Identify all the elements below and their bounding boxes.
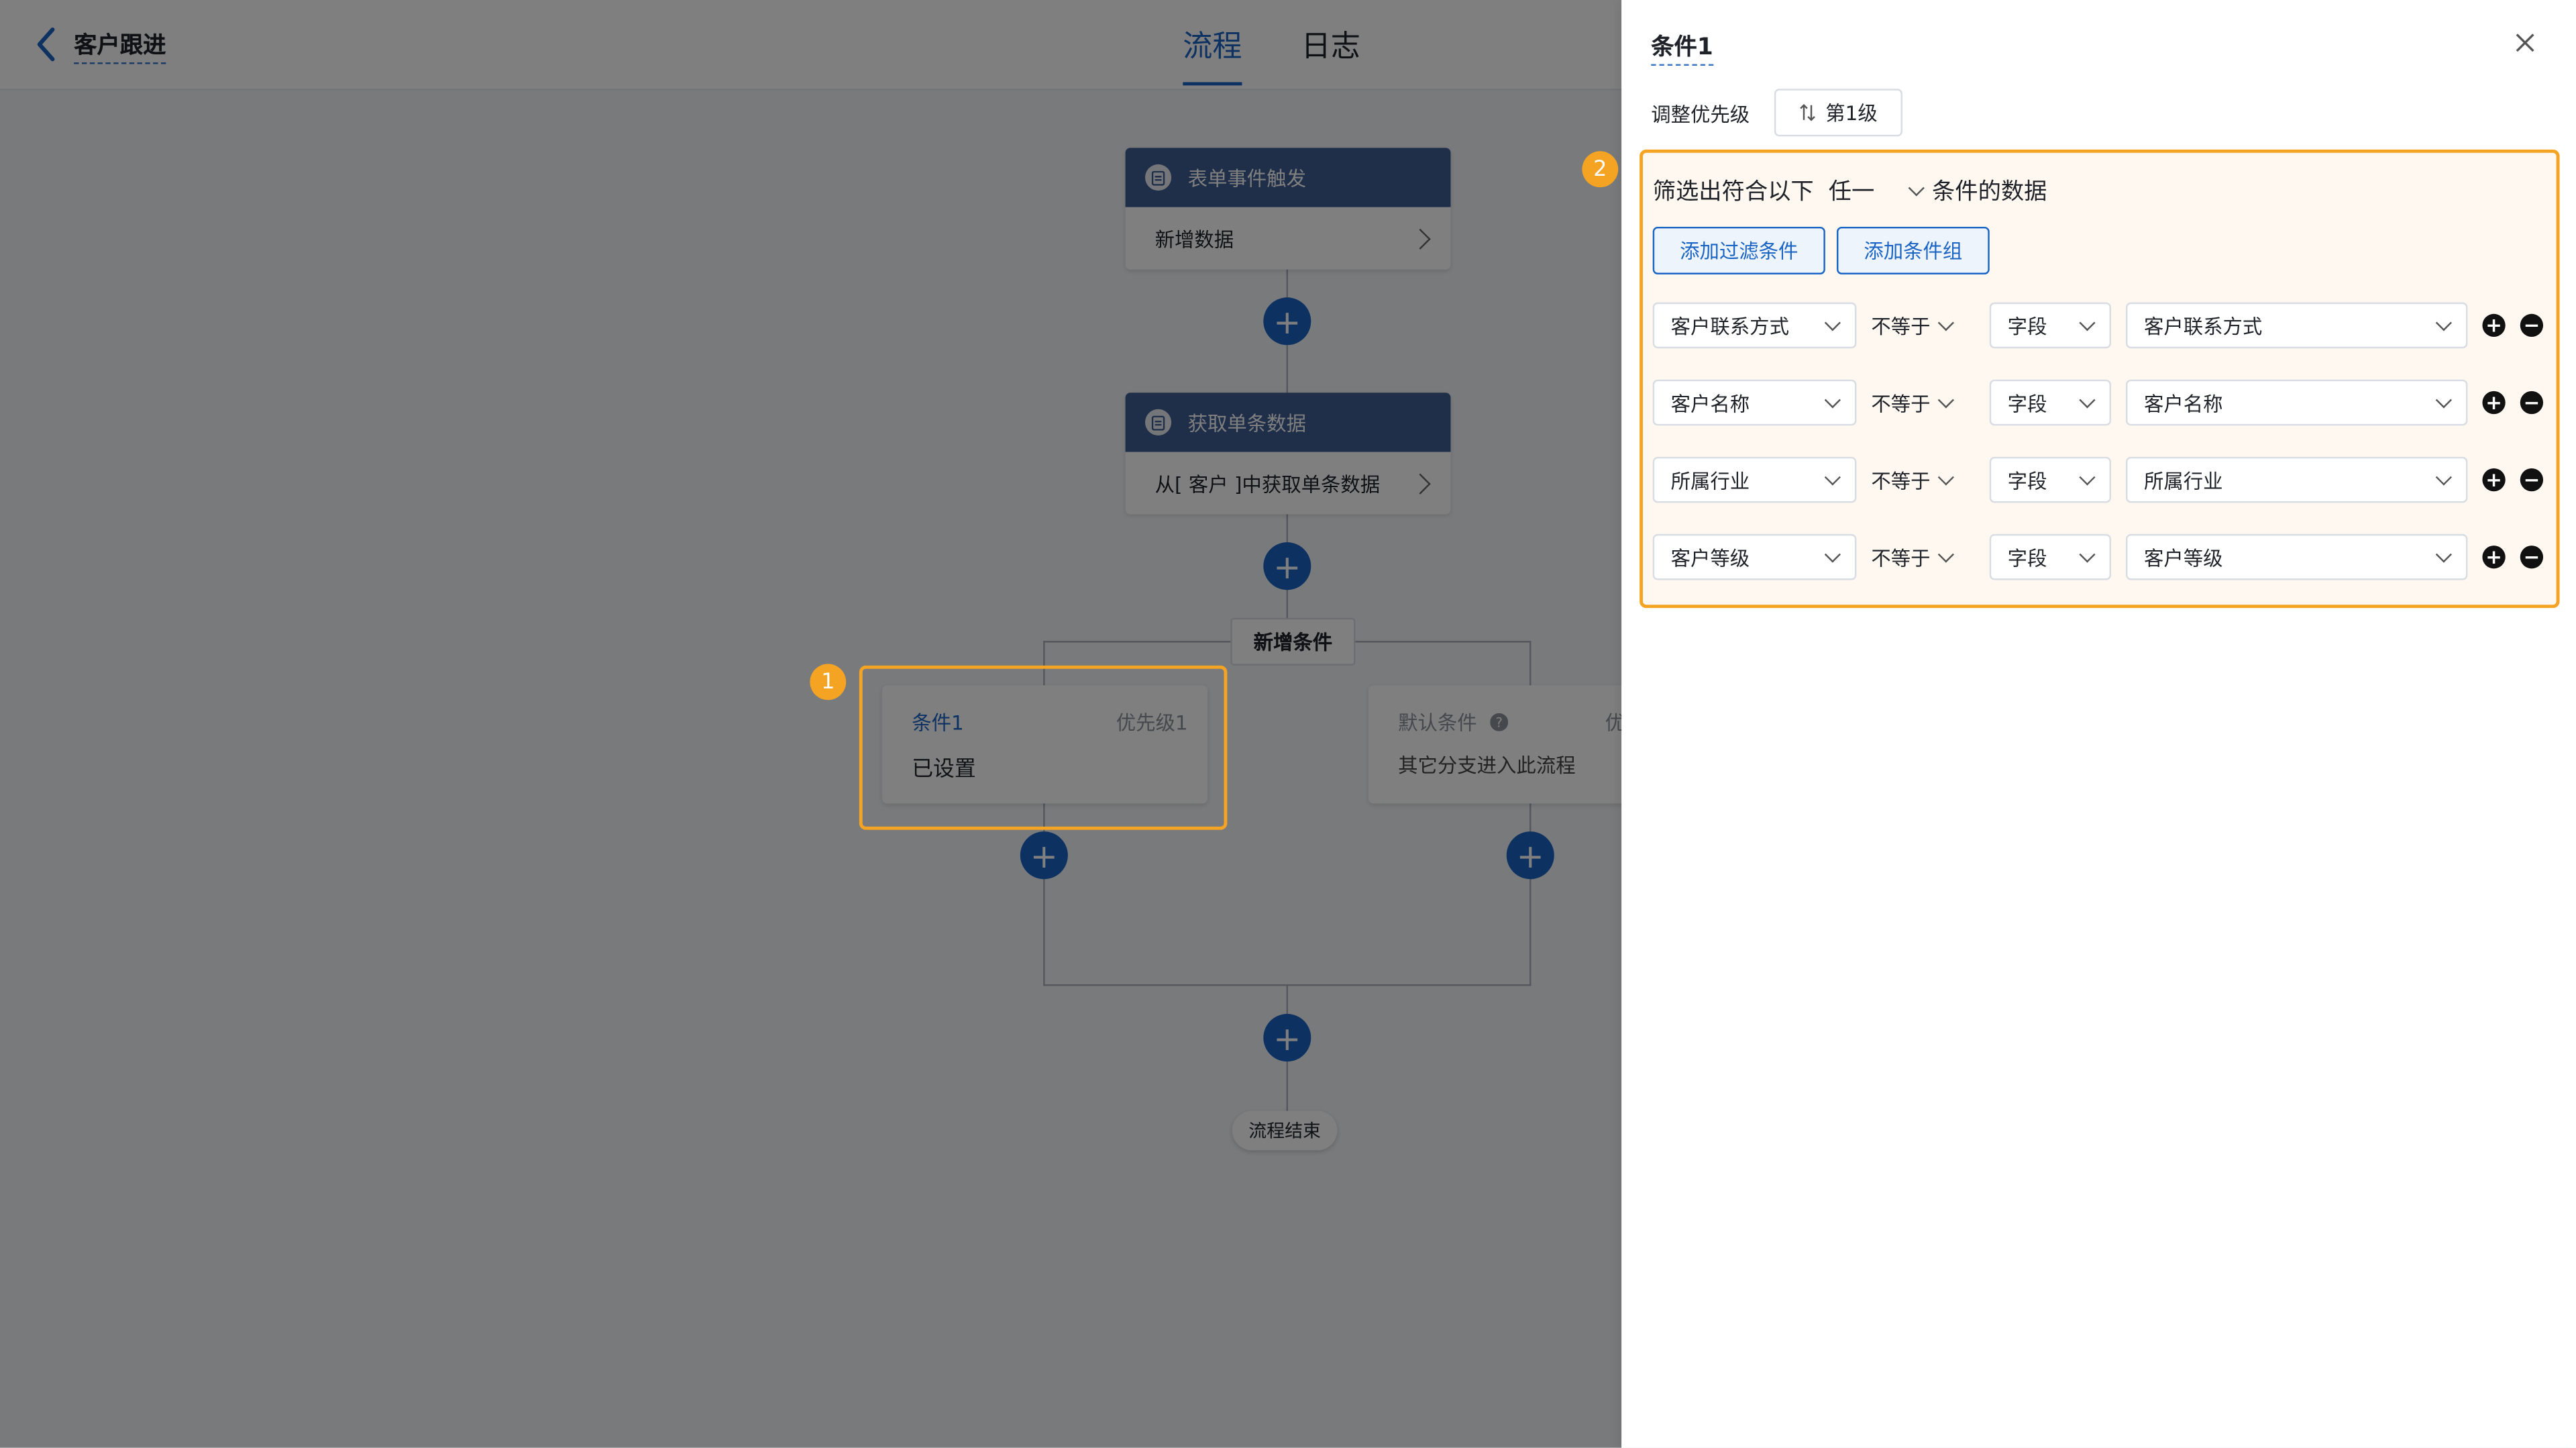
add-row-icon[interactable]: + xyxy=(2482,468,2506,492)
chevron-down-icon xyxy=(1937,468,1955,485)
drawer-title: 条件1 xyxy=(1651,30,1713,66)
filter-panel: 筛选出符合以下 任一 条件的数据 添加过滤条件 添加条件组 客户联系方式 不等于… xyxy=(1640,149,2560,609)
field-select[interactable]: 客户等级 xyxy=(1652,533,1857,580)
operator-value: 不等于 xyxy=(1871,546,1931,570)
field-value: 客户联系方式 xyxy=(1670,314,1789,338)
chevron-down-icon xyxy=(2435,391,2453,408)
sort-icon xyxy=(1800,104,1816,121)
value-type-select[interactable]: 字段 xyxy=(1989,379,2111,426)
operator-select[interactable]: 不等于 xyxy=(1871,303,1955,349)
value-value: 客户联系方式 xyxy=(2143,314,2263,338)
chevron-down-icon xyxy=(2079,468,2096,485)
remove-row-icon[interactable]: − xyxy=(2520,313,2544,338)
filter-suffix: 条件的数据 xyxy=(1932,178,2047,206)
value-select[interactable]: 客户联系方式 xyxy=(2126,302,2468,349)
close-icon[interactable] xyxy=(2514,32,2536,54)
chevron-down-icon xyxy=(1824,468,1841,485)
modal-backdrop[interactable] xyxy=(0,0,1622,1448)
condition-row: 所属行业 不等于 字段 所属行业 + − xyxy=(1652,456,2546,506)
remove-row-icon[interactable]: − xyxy=(2520,468,2544,492)
condition-drawer: 条件1 调整优先级 第1级 2 筛选出符合以下 任一 条件的数据 添加过滤条件 … xyxy=(1582,0,2576,1448)
value-type-value: 字段 xyxy=(2007,546,2047,570)
field-select[interactable]: 客户名称 xyxy=(1652,379,1857,426)
operator-value: 不等于 xyxy=(1871,314,1931,338)
chevron-down-icon xyxy=(2079,546,2096,562)
value-type-select[interactable]: 字段 xyxy=(1989,302,2111,349)
highlight-box-1 xyxy=(859,665,1228,830)
chevron-down-icon xyxy=(1824,313,1841,331)
add-condition-group-button[interactable]: 添加条件组 xyxy=(1836,226,1990,274)
chevron-down-icon xyxy=(2435,546,2453,562)
chevron-down-icon xyxy=(2435,313,2453,331)
value-type-value: 字段 xyxy=(2007,314,2047,338)
value-type-select[interactable]: 字段 xyxy=(1989,456,2111,503)
operator-select[interactable]: 不等于 xyxy=(1871,457,1955,503)
chevron-down-icon xyxy=(1824,391,1841,408)
add-row-icon[interactable]: + xyxy=(2482,313,2506,338)
value-type-value: 字段 xyxy=(2007,469,2047,493)
field-value: 客户等级 xyxy=(1670,546,1750,570)
condition-row: 客户名称 不等于 字段 客户名称 + − xyxy=(1652,379,2546,429)
chevron-down-icon xyxy=(2435,468,2453,485)
filter-prefix: 筛选出符合以下 xyxy=(1652,178,1814,206)
priority-value: 第1级 xyxy=(1825,101,1878,125)
chevron-down-icon xyxy=(2079,313,2096,331)
condition-row: 客户联系方式 不等于 字段 客户联系方式 + − xyxy=(1652,302,2546,352)
value-select[interactable]: 所属行业 xyxy=(2126,456,2468,503)
chevron-down-icon xyxy=(1937,391,1955,408)
match-mode-select[interactable]: 任一 xyxy=(1828,174,1925,207)
chevron-down-icon xyxy=(1908,179,1925,196)
chevron-down-icon xyxy=(1824,546,1841,562)
priority-label: 调整优先级 xyxy=(1651,103,1750,127)
value-value: 客户名称 xyxy=(2143,392,2223,415)
value-select[interactable]: 客户名称 xyxy=(2126,379,2468,426)
value-value: 所属行业 xyxy=(2143,469,2223,493)
step-badge-2: 2 xyxy=(1582,151,1619,188)
match-mode-value: 任一 xyxy=(1828,178,1875,206)
value-type-value: 字段 xyxy=(2007,392,2047,415)
add-row-icon[interactable]: + xyxy=(2482,546,2506,569)
remove-row-icon[interactable]: − xyxy=(2520,391,2544,415)
step-badge-1: 1 xyxy=(810,664,847,701)
operator-value: 不等于 xyxy=(1871,392,1931,415)
priority-button[interactable]: 第1级 xyxy=(1774,89,1902,137)
filter-header: 筛选出符合以下 任一 条件的数据 xyxy=(1653,174,2047,207)
chevron-down-icon xyxy=(1937,546,1955,562)
chevron-down-icon xyxy=(1937,313,1955,331)
field-value: 所属行业 xyxy=(1670,469,1750,493)
add-row-icon[interactable]: + xyxy=(2482,391,2506,415)
value-type-select[interactable]: 字段 xyxy=(1989,533,2111,580)
field-value: 客户名称 xyxy=(1670,392,1750,415)
field-select[interactable]: 客户联系方式 xyxy=(1652,302,1857,349)
field-select[interactable]: 所属行业 xyxy=(1652,456,1857,503)
operator-select[interactable]: 不等于 xyxy=(1871,534,1955,580)
value-select[interactable]: 客户等级 xyxy=(2126,533,2468,580)
chevron-down-icon xyxy=(2079,391,2096,408)
operator-select[interactable]: 不等于 xyxy=(1871,380,1955,426)
operator-value: 不等于 xyxy=(1871,469,1931,493)
condition-row: 客户等级 不等于 字段 客户等级 + − xyxy=(1652,533,2546,583)
remove-row-icon[interactable]: − xyxy=(2520,546,2544,569)
add-filter-button[interactable]: 添加过滤条件 xyxy=(1652,226,1825,274)
value-value: 客户等级 xyxy=(2143,546,2223,570)
